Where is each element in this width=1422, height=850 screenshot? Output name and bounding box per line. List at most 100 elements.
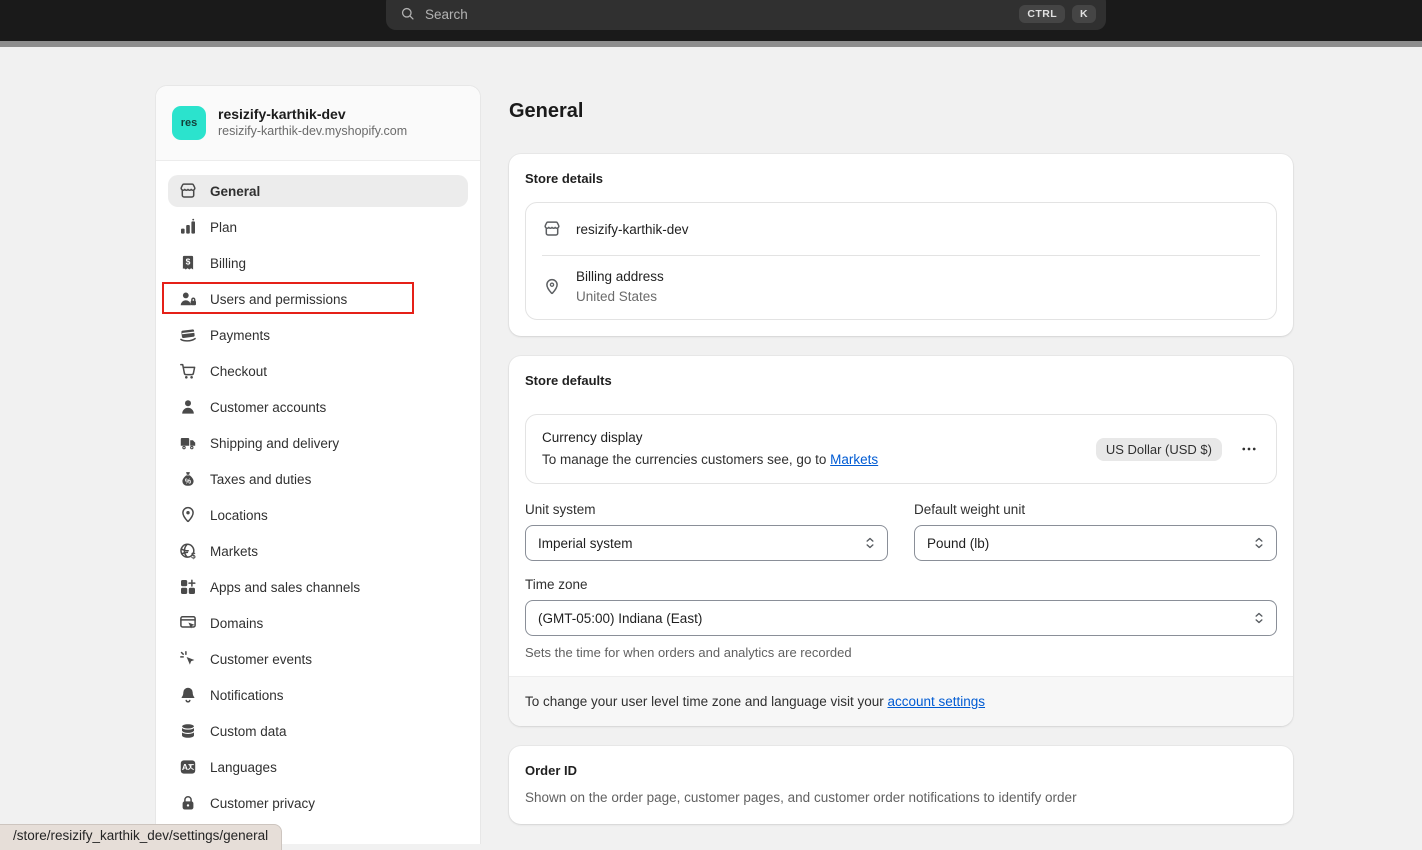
search-icon: [400, 6, 416, 22]
markets-link[interactable]: Markets: [830, 452, 878, 467]
store-defaults-footer: To change your user level time zone and …: [509, 676, 1293, 726]
updown-chevron-icon: [1251, 610, 1267, 626]
sidebar-item-users-and-permissions[interactable]: Users and permissions: [168, 283, 468, 315]
top-bar: Search CTRL K: [0, 0, 1422, 41]
sidebar-item-label: Locations: [210, 508, 268, 523]
sidebar-item-markets[interactable]: $ Markets: [168, 535, 468, 567]
notifications-icon: [178, 685, 198, 705]
k-key-badge: K: [1072, 5, 1096, 24]
sidebar-item-locations[interactable]: Locations: [168, 499, 468, 531]
sidebar-item-label: Customer events: [210, 652, 312, 667]
sidebar-item-label: Markets: [210, 544, 258, 559]
svg-text:$: $: [186, 257, 191, 267]
sidebar-item-label: Plan: [210, 220, 237, 235]
sidebar-item-label: Shipping and delivery: [210, 436, 339, 451]
search-input[interactable]: Search CTRL K: [386, 0, 1106, 30]
sidebar-item-shipping-and-delivery[interactable]: Shipping and delivery: [168, 427, 468, 459]
sidebar-item-customer-privacy[interactable]: Customer privacy: [168, 787, 468, 819]
billing-address-row[interactable]: Billing address United States: [526, 256, 1276, 319]
billing-icon: $: [178, 253, 198, 273]
account-settings-link[interactable]: account settings: [887, 694, 985, 709]
store-name-row[interactable]: resizify-karthik-dev: [526, 203, 1276, 255]
sidebar-item-label: Customer privacy: [210, 796, 315, 811]
shipping-icon: [178, 433, 198, 453]
sidebar-item-payments[interactable]: Payments: [168, 319, 468, 351]
sidebar-item-label: Taxes and duties: [210, 472, 311, 487]
sidebar-item-languages[interactable]: A Languages: [168, 751, 468, 783]
search-shortcut: CTRL K: [1019, 5, 1096, 24]
store-details-card: Store details resizify-karthik-dev Billi…: [509, 154, 1293, 336]
customer-events-icon: [178, 649, 198, 669]
plan-icon: [178, 217, 198, 237]
currency-display-box: Currency display To manage the currencie…: [525, 414, 1277, 484]
store-domain: resizify-karthik-dev.myshopify.com: [218, 123, 407, 141]
customer-privacy-icon: [178, 793, 198, 813]
sidebar-item-label: Checkout: [210, 364, 267, 379]
unit-system-select[interactable]: Imperial system: [525, 525, 888, 561]
languages-icon: A: [178, 757, 198, 777]
sidebar-item-label: Users and permissions: [210, 292, 347, 307]
custom-data-icon: [178, 721, 198, 741]
updown-chevron-icon: [862, 535, 878, 551]
markets-icon: $: [178, 541, 198, 561]
settings-nav: General Plan $ Billing: [156, 161, 480, 837]
currency-display-label: Currency display: [542, 427, 878, 449]
unit-system-value: Imperial system: [538, 536, 633, 551]
order-id-description: Shown on the order page, customer pages,…: [525, 788, 1277, 808]
sidebar-item-label: General: [210, 184, 260, 199]
store-name-value: resizify-karthik-dev: [576, 222, 689, 237]
store-defaults-heading: Store defaults: [525, 372, 1277, 390]
svg-text:A: A: [182, 762, 188, 772]
storefront-icon: [178, 181, 198, 201]
unit-system-field: Unit system Imperial system: [525, 502, 888, 561]
store-defaults-card: Store defaults Currency display To manag…: [509, 356, 1293, 726]
weight-unit-label: Default weight unit: [914, 502, 1277, 518]
order-id-card: Order ID Shown on the order page, custom…: [509, 746, 1293, 824]
sidebar-item-label: Notifications: [210, 688, 284, 703]
settings-sidebar: res resizify-karthik-dev resizify-karthi…: [155, 85, 481, 844]
sidebar-item-custom-data[interactable]: Custom data: [168, 715, 468, 747]
sidebar-item-billing[interactable]: $ Billing: [168, 247, 468, 279]
sidebar-item-apps-and-sales-channels[interactable]: Apps and sales channels: [168, 571, 468, 603]
sidebar-item-general[interactable]: General: [168, 175, 468, 207]
sidebar-item-label: Domains: [210, 616, 263, 631]
weight-unit-field: Default weight unit Pound (lb): [914, 502, 1277, 561]
order-id-heading: Order ID: [525, 762, 1277, 780]
store-header[interactable]: res resizify-karthik-dev resizify-karthi…: [156, 86, 480, 161]
sidebar-item-customer-accounts[interactable]: Customer accounts: [168, 391, 468, 423]
domains-icon: [178, 613, 198, 633]
store-avatar: res: [172, 106, 206, 140]
billing-address-value: United States: [576, 289, 664, 304]
taxes-icon: %: [178, 469, 198, 489]
ctrl-key-badge: CTRL: [1019, 5, 1065, 24]
svg-text:%: %: [185, 479, 192, 486]
footer-text: To change your user level time zone and …: [525, 694, 887, 709]
link-status-tooltip: /store/resizify_karthik_dev/settings/gen…: [0, 824, 282, 850]
search-placeholder: Search: [425, 7, 468, 22]
sidebar-item-domains[interactable]: Domains: [168, 607, 468, 639]
updown-chevron-icon: [1251, 535, 1267, 551]
currency-description-text: To manage the currencies customers see, …: [542, 452, 830, 467]
sidebar-item-checkout[interactable]: Checkout: [168, 355, 468, 387]
sidebar-item-plan[interactable]: Plan: [168, 211, 468, 243]
customer-accounts-icon: [178, 397, 198, 417]
time-zone-field: Time zone (GMT-05:00) Indiana (East) Set…: [525, 577, 1277, 660]
location-pin-icon: [542, 277, 562, 297]
sidebar-item-notifications[interactable]: Notifications: [168, 679, 468, 711]
weight-unit-select[interactable]: Pound (lb): [914, 525, 1277, 561]
horizontal-dots-icon: [1240, 440, 1258, 458]
topbar-separator: [0, 41, 1422, 47]
currency-badge: US Dollar (USD $): [1096, 438, 1222, 461]
sidebar-item-label: Customer accounts: [210, 400, 326, 415]
currency-menu-button[interactable]: [1238, 438, 1260, 460]
sidebar-item-taxes-and-duties[interactable]: % Taxes and duties: [168, 463, 468, 495]
page-title: General: [509, 97, 1293, 125]
storefront-icon: [542, 219, 562, 239]
store-name: resizify-karthik-dev: [218, 105, 407, 123]
weight-unit-value: Pound (lb): [927, 536, 989, 551]
apps-icon: [178, 577, 198, 597]
time-zone-select[interactable]: (GMT-05:00) Indiana (East): [525, 600, 1277, 636]
sidebar-item-customer-events[interactable]: Customer events: [168, 643, 468, 675]
sidebar-item-label: Apps and sales channels: [210, 580, 360, 595]
billing-address-label: Billing address: [576, 269, 664, 284]
